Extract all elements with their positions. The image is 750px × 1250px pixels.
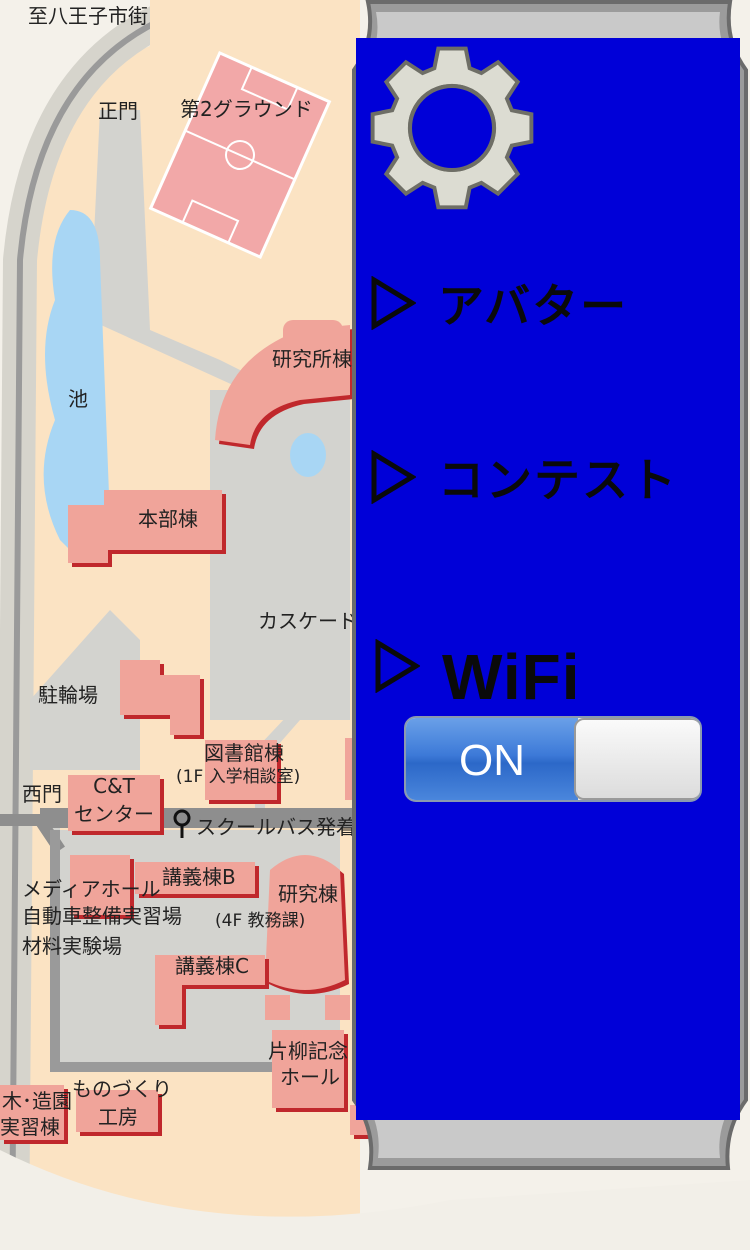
wifi-toggle[interactable]: ON	[404, 716, 702, 802]
play-arrow-icon	[375, 639, 420, 693]
map-label-ground2: 第2グラウンド	[180, 97, 313, 121]
wifi-toggle-knob[interactable]	[574, 718, 700, 800]
map-label-woodwork-2: 実習棟	[0, 1115, 60, 1139]
menu-label-contest: コンテスト	[438, 453, 678, 507]
play-arrow-icon	[371, 276, 416, 330]
menu-item-avatar[interactable]: アバター	[370, 270, 628, 336]
map-label-bike-parking: 駐輪場	[38, 683, 98, 707]
map-label-library-sub: (1F 入学相談室)	[176, 767, 301, 787]
map-label-woodwork-1: 木･造園	[2, 1089, 72, 1113]
map-label-research-sub: (4F 教務課)	[215, 911, 306, 931]
map-label-school-bus: スクールバス発着	[196, 815, 356, 839]
map-label-monozukuri-2: 工房	[98, 1105, 138, 1129]
fountain	[290, 433, 326, 477]
app-screen: 至八王子市街 正門 第2グラウンド 池 研究所棟 本部棟 カスケード 駐輪場 図…	[0, 0, 750, 1250]
map-label-ct-center-2: センター	[74, 802, 154, 826]
map-label-media-hall-2: 自動車整備実習場	[22, 904, 182, 928]
map-label-library: 図書館棟	[204, 741, 284, 765]
play-arrow-icon	[371, 450, 416, 504]
map-label-katayanagi-1: 片柳記念	[268, 1039, 348, 1063]
map-label-pond: 池	[68, 387, 88, 411]
map-label-research: 研究棟	[278, 882, 338, 906]
menu-label-wifi: WiFi	[442, 641, 581, 713]
map-label-media-hall-1: メディアホール	[22, 877, 161, 901]
map-label-west-gate: 西門	[22, 782, 62, 806]
map-label-katayanagi-2: ホール	[280, 1065, 340, 1089]
menu-item-contest[interactable]: コンテスト	[370, 444, 678, 510]
map-label-ct-center-1: C&T	[93, 774, 135, 798]
map-label-main-gate: 正門	[98, 99, 138, 123]
map-label-hachioji: 至八王子市街	[28, 4, 148, 28]
menu-label-avatar: アバター	[438, 279, 629, 333]
map-label-lecture-b: 講義棟B	[162, 865, 236, 889]
wifi-toggle-label: ON	[459, 736, 525, 785]
menu-item-wifi[interactable]: WiFi	[374, 618, 581, 714]
map-label-media-hall-3: 材料実験場	[22, 934, 122, 958]
map-label-lecture-c: 講義棟C	[175, 954, 249, 978]
gear-icon[interactable]	[366, 42, 538, 214]
map-label-main-building: 本部棟	[138, 507, 198, 531]
map-label-monozukuri-1: ものづくり	[72, 1077, 172, 1101]
